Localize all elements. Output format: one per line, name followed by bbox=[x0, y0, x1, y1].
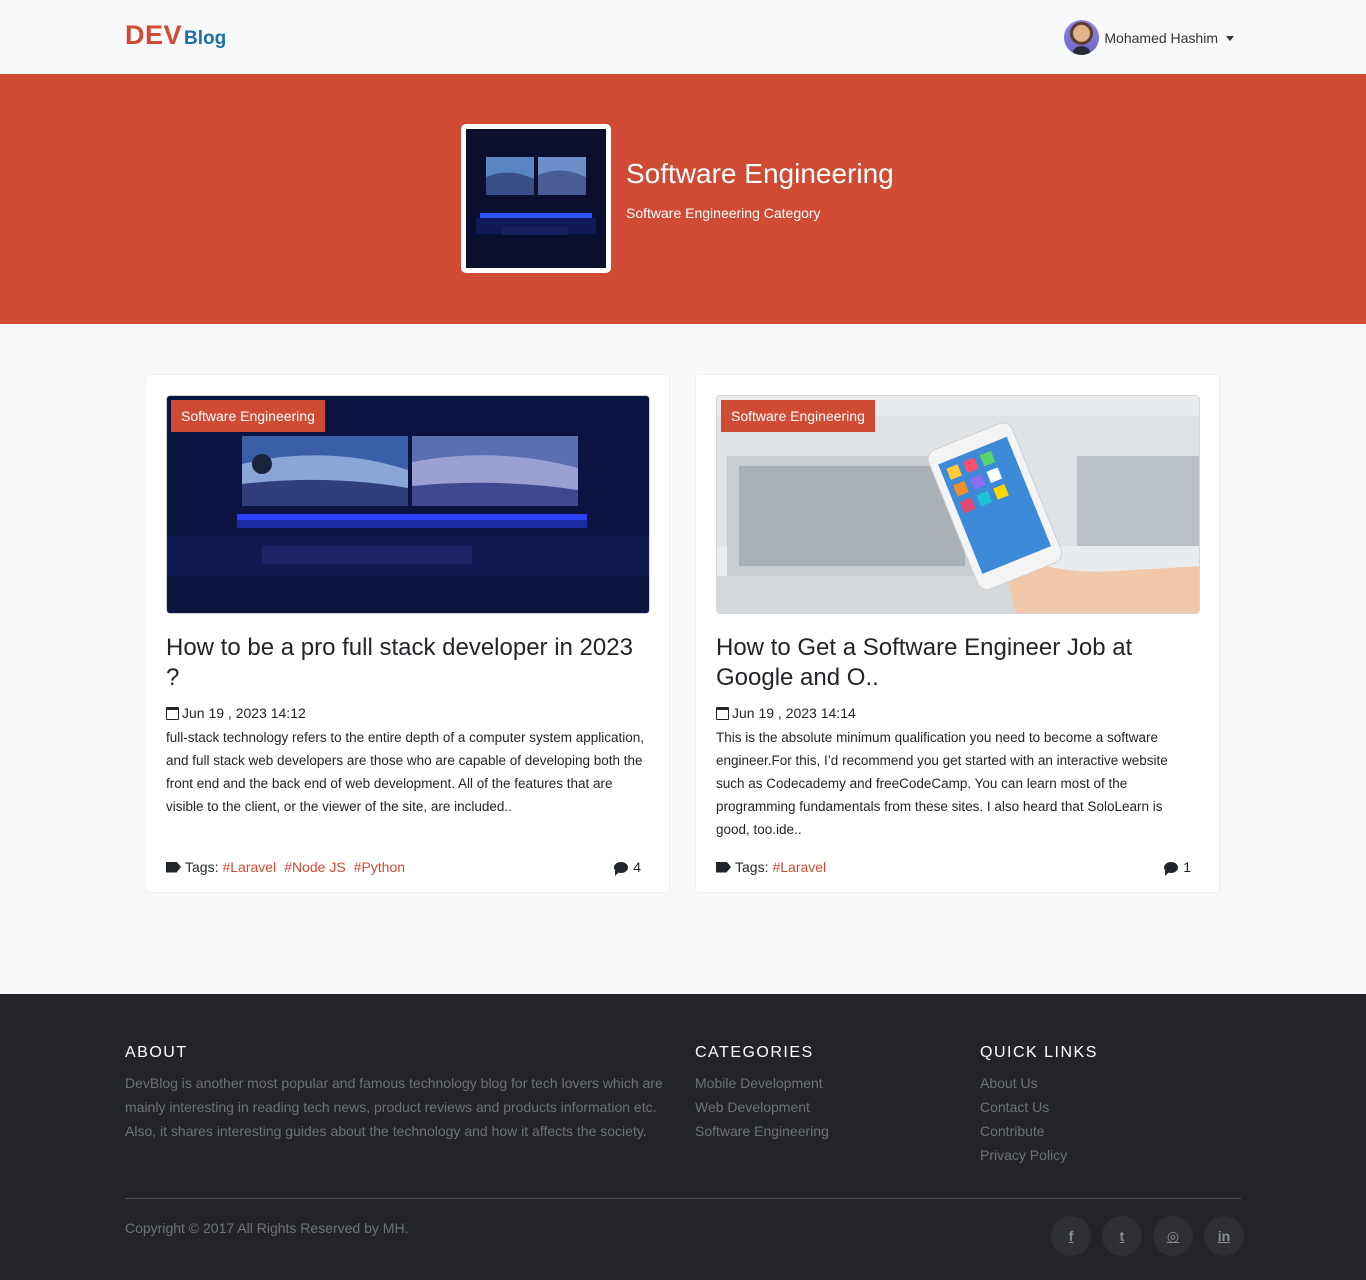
post-image[interactable]: Software Engineering bbox=[166, 395, 650, 614]
footer-about-text: DevBlog is another most popular and famo… bbox=[125, 1075, 663, 1139]
post-image[interactable]: Software Engineering bbox=[716, 395, 1200, 614]
footer-categories: CATEGORIES Mobile Development Web Develo… bbox=[695, 1044, 829, 1143]
category-hero: Software Engineering Software Engineerin… bbox=[0, 74, 1366, 324]
calendar-icon bbox=[716, 706, 729, 720]
footer-links-title: QUICK LINKS bbox=[980, 1044, 1098, 1061]
desk-setup-image bbox=[466, 129, 606, 268]
brand-blog-text: Blog bbox=[184, 28, 227, 49]
post-date-text: Jun 19 , 2023 14:14 bbox=[732, 705, 856, 721]
linkedin-icon[interactable]: in bbox=[1204, 1216, 1244, 1256]
tag-link[interactable]: #Python bbox=[354, 859, 405, 875]
avatar bbox=[1064, 20, 1100, 55]
category-title: Software Engineering bbox=[626, 158, 894, 189]
footer-about: ABOUT DevBlog is another most popular an… bbox=[125, 1044, 670, 1143]
tags-label: Tags: bbox=[185, 859, 219, 875]
post-date: Jun 19 , 2023 14:12 bbox=[166, 705, 306, 721]
footer-quick-link[interactable]: Contact Us bbox=[980, 1095, 1098, 1119]
footer-category-link[interactable]: Web Development bbox=[695, 1095, 829, 1119]
posts-grid: Software Engineering How to be a pro ful… bbox=[0, 324, 1366, 994]
comment-count-text: 1 bbox=[1183, 859, 1191, 875]
footer-quick-link[interactable]: Privacy Policy bbox=[980, 1143, 1098, 1167]
post-excerpt: full-stack technology refers to the enti… bbox=[166, 730, 644, 814]
footer-quick-links: QUICK LINKS About Us Contact Us Contribu… bbox=[980, 1044, 1098, 1167]
post-tags: Tags: #Laravel bbox=[716, 859, 830, 875]
comment-count-text: 4 bbox=[633, 859, 641, 875]
user-name: Mohamed Hashim bbox=[1104, 29, 1218, 46]
footer-divider bbox=[125, 1198, 1241, 1199]
tag-link[interactable]: #Laravel bbox=[222, 859, 276, 875]
brand-logo[interactable]: DEV Blog bbox=[125, 20, 226, 51]
navbar: DEV Blog Mohamed Hashim bbox=[0, 0, 1366, 74]
post-tags: Tags: #Laravel #Node JS #Python bbox=[166, 859, 409, 875]
dribbble-icon[interactable]: ◎ bbox=[1153, 1216, 1193, 1256]
post-date: Jun 19 , 2023 14:14 bbox=[716, 705, 856, 721]
user-dropdown[interactable]: Mohamed Hashim bbox=[1064, 20, 1234, 55]
comment-count[interactable]: 1 bbox=[1164, 859, 1191, 876]
footer-quick-link[interactable]: Contribute bbox=[980, 1119, 1098, 1143]
comment-icon bbox=[1164, 861, 1179, 876]
footer-about-title: ABOUT bbox=[125, 1044, 188, 1061]
tags-icon bbox=[716, 861, 731, 873]
brand-dev-text: DEV bbox=[125, 20, 183, 50]
footer-categories-title: CATEGORIES bbox=[695, 1044, 814, 1061]
footer-category-link[interactable]: Software Engineering bbox=[695, 1119, 829, 1143]
post-title[interactable]: How to be a pro full stack developer in … bbox=[166, 633, 636, 693]
footer: ABOUT DevBlog is another most popular an… bbox=[0, 994, 1366, 1280]
category-subtitle: Software Engineering Category bbox=[626, 205, 821, 221]
chevron-down-icon bbox=[1226, 35, 1234, 41]
post-excerpt: This is the absolute minimum qualificati… bbox=[716, 730, 1168, 837]
category-badge[interactable]: Software Engineering bbox=[721, 400, 875, 432]
post-card: Software Engineering How to be a pro ful… bbox=[145, 374, 670, 893]
category-badge[interactable]: Software Engineering bbox=[171, 400, 325, 432]
tag-link[interactable]: #Laravel bbox=[772, 859, 826, 875]
category-thumbnail bbox=[461, 124, 611, 273]
calendar-icon bbox=[166, 706, 179, 720]
post-card: Software Engineering How to Get a Softwa… bbox=[695, 374, 1220, 893]
post-date-text: Jun 19 , 2023 14:12 bbox=[182, 705, 306, 721]
twitter-icon[interactable]: t bbox=[1102, 1216, 1142, 1256]
post-title[interactable]: How to Get a Software Engineer Job at Go… bbox=[716, 633, 1186, 693]
tag-link[interactable]: #Node JS bbox=[284, 859, 345, 875]
facebook-icon[interactable]: f bbox=[1051, 1216, 1091, 1256]
social-links: f t ◎ in bbox=[1051, 1216, 1244, 1256]
footer-category-link[interactable]: Mobile Development bbox=[695, 1071, 829, 1095]
footer-quick-link[interactable]: About Us bbox=[980, 1071, 1098, 1095]
tags-icon bbox=[166, 861, 181, 873]
comment-icon bbox=[614, 861, 629, 876]
tags-label: Tags: bbox=[735, 859, 769, 875]
copyright: Copyright © 2017 All Rights Reserved by … bbox=[125, 1220, 409, 1236]
comment-count[interactable]: 4 bbox=[614, 859, 641, 876]
